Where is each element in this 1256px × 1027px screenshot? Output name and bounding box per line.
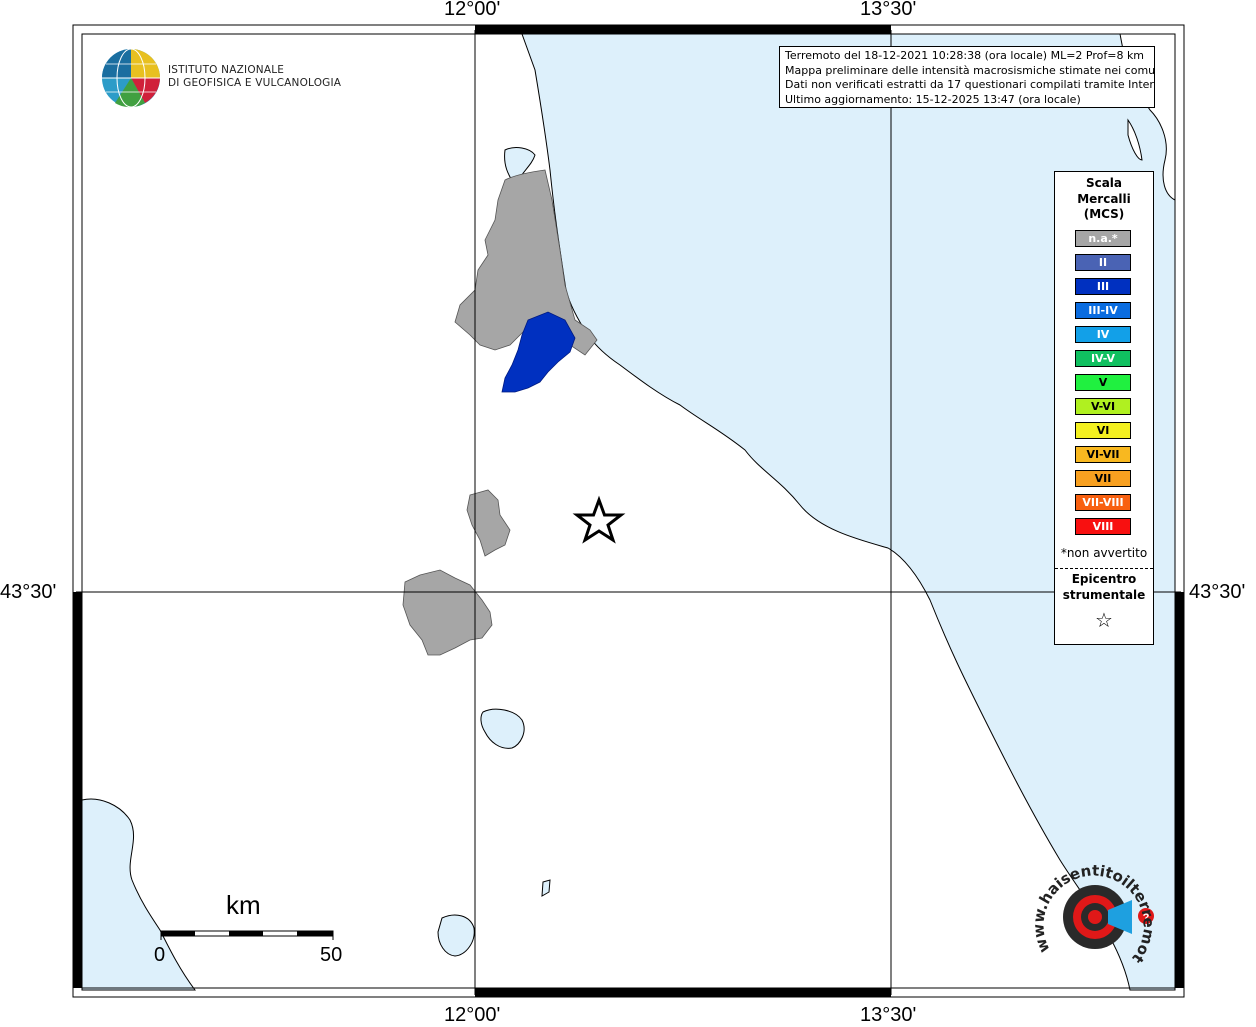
scale-unit: km bbox=[226, 890, 261, 920]
scale-bar bbox=[160, 930, 334, 940]
legend-star-icon: ☆ bbox=[1095, 608, 1113, 632]
legend-item-7: V-VI bbox=[1075, 398, 1131, 415]
legend-item-10: VII bbox=[1075, 470, 1131, 487]
legend-item-0: n.a.* bbox=[1075, 230, 1131, 247]
info-line-1: Terremoto del 18-12-2021 10:28:38 (ora l… bbox=[785, 49, 1145, 62]
scale-min: 0 bbox=[154, 944, 166, 966]
info-line-3: Dati non verificati estratti da 17 quest… bbox=[785, 78, 1155, 91]
ingv-logo-line2: DI GEOFISICA E VULCANOLOGIA bbox=[168, 77, 342, 89]
frame-right-segment bbox=[1175, 592, 1184, 988]
ingv-logo-text: ISTITUTO NAZIONALE DI GEOFISICA E VULCAN… bbox=[168, 64, 341, 90]
legend-item-8: VI bbox=[1075, 422, 1131, 439]
info-line-4: Ultimo aggiornamento: 15-12-2025 13:47 (… bbox=[785, 92, 1081, 106]
legend-items: n.a.* II III III-IV IV IV-V V V-VI VI VI-VII VII VI… bbox=[1075, 230, 1131, 542]
legend-epicenter-line2: strumentale bbox=[1062, 587, 1146, 602]
legend-epicenter-title: Epicentro strumentale bbox=[1055, 572, 1153, 603]
tick-right: 43°30' bbox=[1189, 581, 1246, 603]
legend-title: Scala Mercalli (MCS) bbox=[1055, 176, 1153, 223]
legend-item-2: III bbox=[1075, 278, 1131, 295]
epicenter-star bbox=[572, 495, 626, 544]
legend-item-3: III-IV bbox=[1075, 302, 1131, 319]
legend-title-line1: Scala bbox=[1085, 176, 1123, 190]
frame-left-segment bbox=[73, 592, 82, 988]
legend-title-line2: Mercalli bbox=[1077, 191, 1131, 206]
legend-title-line3: (MCS) bbox=[1083, 207, 1125, 221]
tyrrhenian-sea bbox=[81, 798, 196, 991]
ingv-logo-icon bbox=[102, 48, 160, 108]
lake-bolsena bbox=[437, 914, 475, 957]
area-na-center bbox=[466, 489, 511, 557]
legend-epicenter-line1: Epicentro bbox=[1071, 572, 1137, 586]
frame-top-segment bbox=[475, 25, 891, 34]
info-line-2: Mappa preliminare delle intensità macros… bbox=[785, 63, 1155, 77]
ingv-logo-line1: ISTITUTO NAZIONALE bbox=[168, 64, 285, 76]
frame-bottom-segment bbox=[475, 988, 891, 997]
legend-item-9: VI-VII bbox=[1075, 446, 1131, 463]
tick-top-2: 13°30' bbox=[860, 0, 917, 20]
legend-item-6: V bbox=[1075, 374, 1131, 391]
legend-item-11: VII-VIII bbox=[1075, 494, 1131, 511]
legend-item-5: IV-V bbox=[1075, 350, 1131, 367]
lake-small bbox=[541, 879, 551, 897]
tick-left: 43°30' bbox=[0, 581, 57, 603]
tick-top-1: 12°00' bbox=[444, 0, 501, 20]
mcs-legend: Scala Mercalli (MCS) n.a.* II III III-IV IV I… bbox=[1054, 171, 1154, 645]
legend-item-12: VIII bbox=[1075, 518, 1131, 535]
earthquake-info-box: Terremoto del 18-12-2021 10:28:38 (ora l… bbox=[779, 46, 1155, 108]
legend-separator bbox=[1055, 568, 1153, 569]
area-na-south bbox=[402, 569, 493, 656]
legend-note: *non avvertito bbox=[1060, 546, 1148, 560]
legend-item-1: II bbox=[1075, 254, 1131, 271]
scale-max: 50 bbox=[320, 944, 343, 966]
lake-trasimeno bbox=[480, 708, 525, 749]
legend-item-4: IV bbox=[1075, 326, 1131, 343]
